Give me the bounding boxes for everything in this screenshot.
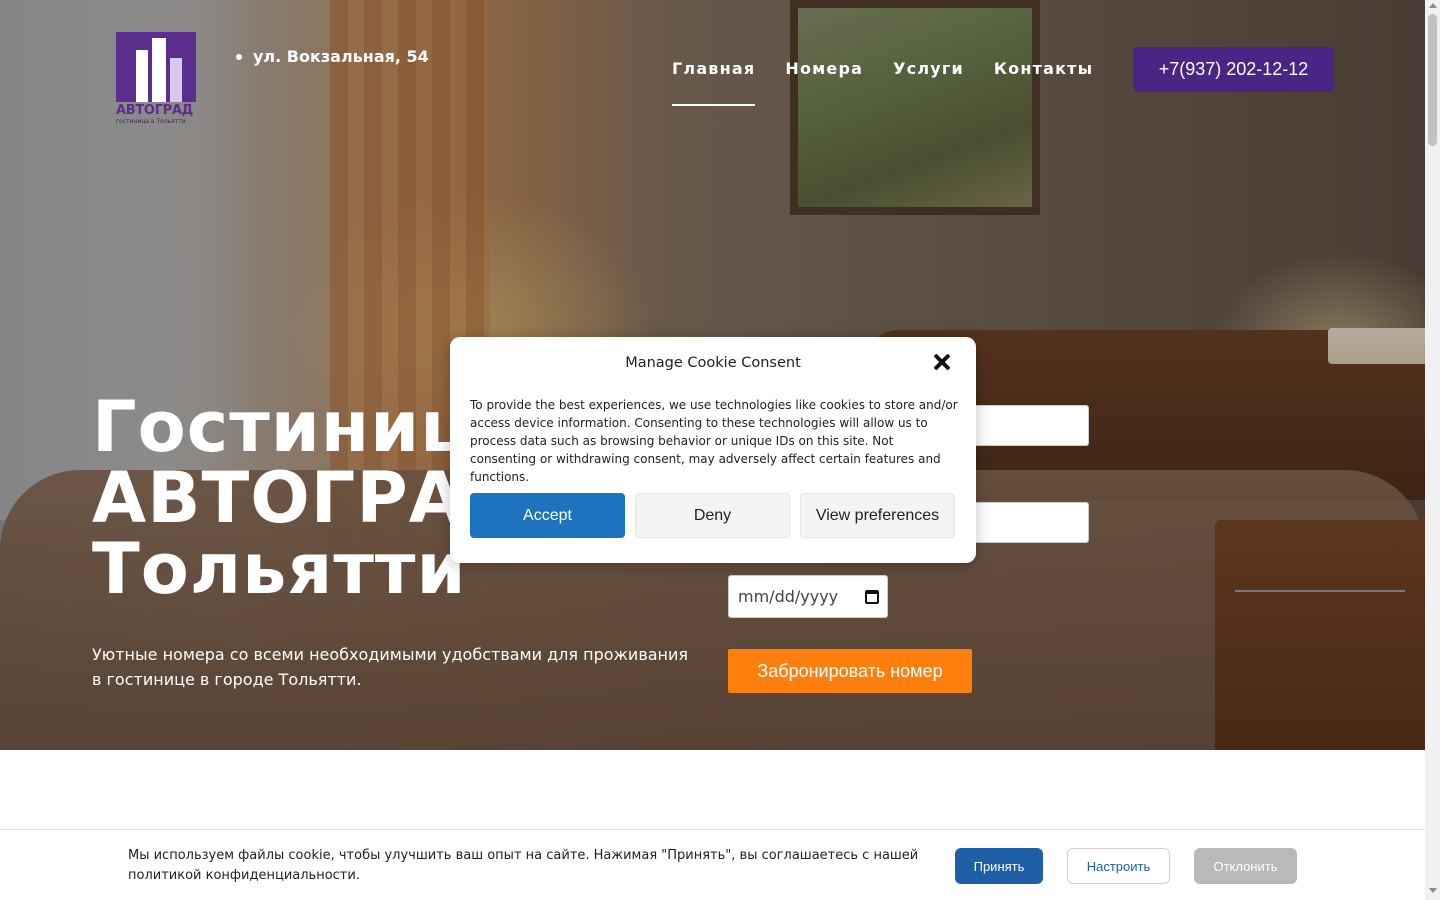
accept-button[interactable]: Accept	[470, 493, 625, 538]
hero-subtitle: Уютные номера со всеми необходимыми удоб…	[92, 645, 689, 689]
scroll-up-icon[interactable]	[1429, 3, 1437, 8]
logo-name: АВТОГРАД	[116, 103, 193, 118]
modal-title: Manage Cookie Consent	[625, 355, 801, 371]
modal-actions: Accept Deny View preferences	[470, 493, 955, 538]
main-nav: Главная Номера Услуги Контакты	[672, 59, 1093, 106]
nav-item-home[interactable]: Главная	[672, 59, 756, 106]
cookie-reject-button[interactable]: Отклонить	[1194, 848, 1297, 884]
scrollbar-thumb[interactable]	[1428, 14, 1437, 146]
phone-button[interactable]: +7(937) 202-12-12	[1133, 47, 1334, 92]
close-icon[interactable]	[932, 352, 952, 372]
nav-item-services[interactable]: Услуги	[893, 59, 964, 78]
logo-buildings-icon	[116, 32, 196, 102]
calendar-icon[interactable]	[865, 589, 879, 604]
deny-button[interactable]: Deny	[635, 493, 790, 538]
site-logo[interactable]: АВТОГРАД гостиница в Тольятти	[116, 32, 196, 127]
cookie-consent-modal: Manage Cookie Consent To provide the bes…	[450, 337, 976, 563]
book-room-button[interactable]: Забронировать номер	[728, 649, 972, 693]
cookie-bar-text: Мы используем файлы cookie, чтобы улучши…	[128, 848, 919, 883]
page-scrollbar[interactable]	[1425, 0, 1440, 900]
date-input[interactable]: mm/dd/yyyy	[728, 575, 888, 618]
date-placeholder: mm/dd/yyyy	[738, 587, 839, 606]
cookie-accept-button[interactable]: Принять	[955, 848, 1043, 884]
modal-text: To provide the best experiences, we use …	[470, 398, 958, 484]
header-address: ул. Вокзальная, 54	[236, 47, 429, 66]
address-text: ул. Вокзальная, 54	[253, 47, 429, 66]
logo-subtitle: гостиница в Тольятти	[116, 118, 186, 125]
nav-item-contacts[interactable]: Контакты	[994, 59, 1093, 78]
cookie-bar: Мы используем файлы cookie, чтобы улучши…	[0, 829, 1425, 900]
scroll-down-icon[interactable]	[1429, 888, 1437, 893]
bullet-icon	[236, 53, 242, 60]
cookie-settings-button[interactable]: Настроить	[1067, 848, 1170, 884]
view-preferences-button[interactable]: View preferences	[800, 493, 955, 538]
nav-item-rooms[interactable]: Номера	[785, 59, 863, 78]
